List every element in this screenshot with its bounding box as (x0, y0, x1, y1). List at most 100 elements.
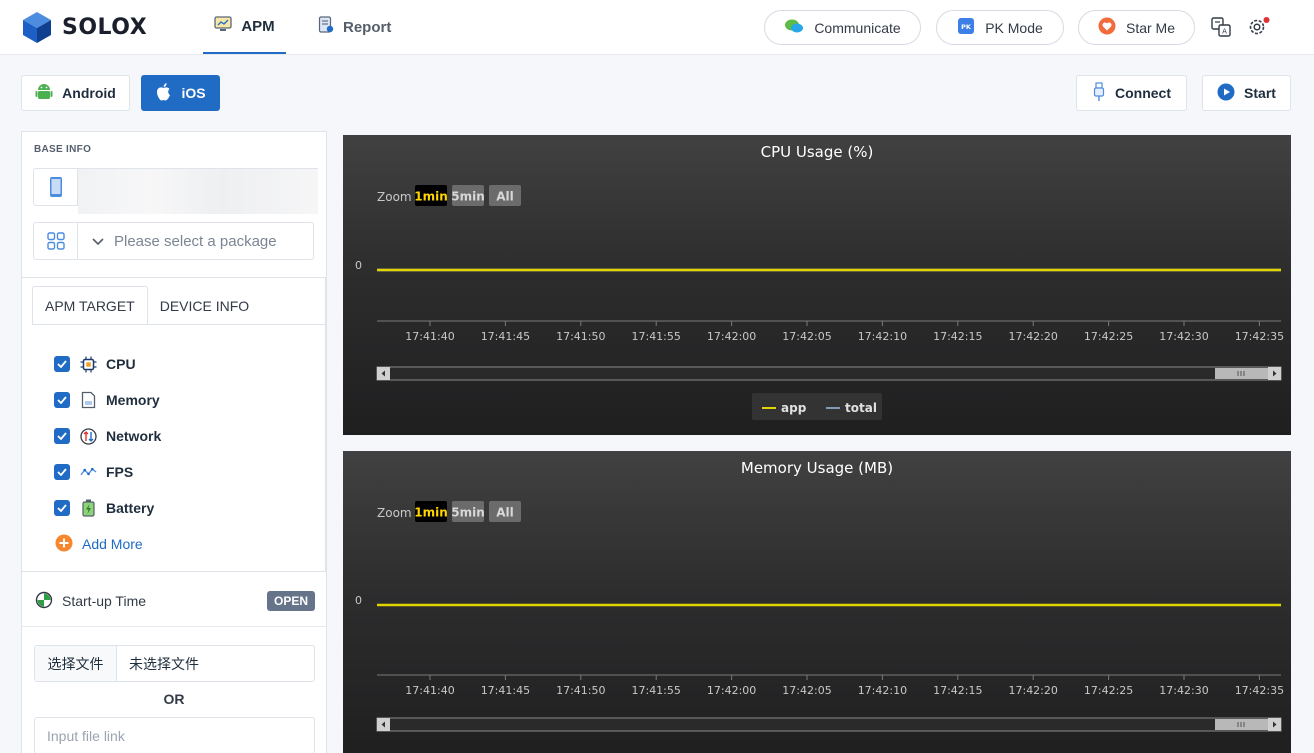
file-link-input[interactable] (34, 717, 315, 753)
svg-text:PK: PK (961, 23, 972, 31)
communicate-button[interactable]: Communicate (764, 10, 921, 45)
target-list: CPU Memory Network FPS Battery Add More (54, 346, 161, 562)
x-tick-label: 17:41:45 (481, 330, 530, 343)
star-me-button[interactable]: Star Me (1078, 10, 1195, 45)
connect-button[interactable]: Connect (1076, 75, 1187, 111)
ios-label: iOS (181, 85, 206, 101)
x-tick-label: 17:42:25 (1084, 684, 1133, 697)
x-tick-label: 17:41:40 (405, 330, 454, 343)
target-label: Battery (106, 500, 155, 516)
target-item-memory[interactable]: Memory (54, 382, 161, 418)
phone-icon (33, 168, 78, 206)
x-tick-label: 17:42:10 (858, 330, 907, 343)
android-button[interactable]: Android (21, 75, 130, 111)
legend-label-total[interactable]: total (845, 401, 877, 415)
svg-text:A: A (1222, 28, 1227, 36)
android-label: Android (62, 85, 116, 101)
package-select[interactable]: Please select a package (77, 222, 314, 260)
device-name-field[interactable] (78, 168, 318, 214)
nav-tab-label: APM (241, 17, 275, 35)
checkbox-checked-icon[interactable] (54, 428, 70, 444)
chart-scrollbar-track[interactable] (376, 717, 1282, 732)
tab-apm-target[interactable]: APM TARGET (32, 286, 148, 325)
checkbox-checked-icon[interactable] (54, 392, 70, 408)
zoom-button-label: All (496, 190, 514, 204)
zoom-button-label: 5min (451, 506, 485, 520)
target-item-fps[interactable]: FPS (54, 454, 161, 490)
tab-device-info[interactable]: DEVICE INFO (148, 286, 261, 325)
zoom-button-label: 5min (451, 190, 485, 204)
x-tick-label: 17:41:40 (405, 684, 454, 697)
file-picker[interactable]: 选择文件 未选择文件 (34, 645, 315, 682)
base-info-title: BASE INFO (34, 144, 92, 155)
nav-tab-report[interactable]: Report (318, 0, 391, 54)
checkbox-checked-icon[interactable] (54, 500, 70, 516)
x-tick-label: 17:42:10 (858, 684, 907, 697)
x-tick-label: 17:41:50 (556, 684, 605, 697)
y-tick-label: 0 (355, 259, 362, 272)
x-tick-label: 17:42:30 (1159, 330, 1208, 343)
battery-icon (80, 499, 97, 517)
cpu-icon (80, 356, 97, 373)
zoom-button-label: 1min (414, 506, 448, 520)
monitor-chart-icon (214, 16, 232, 36)
target-item-network[interactable]: Network (54, 418, 161, 454)
top-header: SOLOX APM Report Communicate PK PK Mode … (0, 0, 1314, 55)
zoom-button-label: 1min (414, 190, 448, 204)
memory-usage-chart: Memory Usage (MB) Zoom 1min 5min All 0 17:41:4… (343, 451, 1291, 753)
chevron-down-icon (92, 233, 104, 250)
x-tick-label: 17:42:15 (933, 330, 982, 343)
panel-tabs: APM TARGET DEVICE INFO (32, 286, 261, 325)
zoom-button-label: All (496, 506, 514, 520)
tab-divider (32, 324, 326, 325)
choose-file-button[interactable]: 选择文件 (35, 646, 117, 681)
chart-title: CPU Usage (%) (761, 143, 874, 161)
y-tick-label: 0 (355, 594, 362, 607)
device-select-row[interactable] (33, 168, 318, 214)
x-tick-label: 17:42:00 (707, 684, 756, 697)
play-icon (1217, 83, 1235, 104)
start-button[interactable]: Start (1202, 75, 1291, 111)
settings-gear-icon[interactable] (1248, 17, 1270, 42)
startup-open-button[interactable]: OPEN (266, 591, 315, 611)
file-status: 未选择文件 (129, 655, 199, 672)
cpu-usage-chart: CPU Usage (%) Zoom 1min 5min All 0 17:41:40 17:… (343, 135, 1291, 435)
stopwatch-icon (35, 591, 53, 612)
x-tick-label: 17:42:05 (782, 684, 831, 697)
connect-label: Connect (1115, 85, 1171, 101)
pk-icon: PK (957, 17, 975, 38)
target-label: Memory (106, 392, 160, 408)
memory-chart-svg: Memory Usage (MB) Zoom 1min 5min All 0 17:41:4… (355, 459, 1284, 732)
package-select-row[interactable]: Please select a package (33, 222, 315, 260)
target-label: FPS (106, 464, 134, 480)
x-tick-label: 17:41:50 (556, 330, 605, 343)
x-tick-label: 17:42:35 (1235, 330, 1284, 343)
chart-scrollbar-track[interactable] (376, 366, 1282, 381)
zoom-label: Zoom (377, 190, 412, 204)
ios-button[interactable]: iOS (141, 75, 220, 111)
target-item-cpu[interactable]: CPU (54, 346, 161, 382)
x-tick-label: 17:42:15 (933, 684, 982, 697)
startup-time-row: Start-up Time OPEN (35, 590, 315, 612)
apm-target-section: APM TARGET DEVICE INFO CPU Memory Networ… (22, 277, 326, 572)
pk-mode-button[interactable]: PK PK Mode (936, 10, 1064, 45)
x-tick-label: 17:42:05 (782, 330, 831, 343)
x-tick-label: 17:42:35 (1235, 684, 1284, 697)
app-name: SOLOX (62, 15, 148, 40)
control-panel: BASE INFO Please select a package APM TA… (21, 131, 327, 753)
usb-plug-icon (1092, 81, 1106, 105)
app-logo[interactable]: SOLOX (22, 11, 147, 44)
checkbox-checked-icon[interactable] (54, 464, 70, 480)
translate-icon[interactable]: A (1211, 17, 1231, 42)
x-tick-label: 17:41:45 (481, 684, 530, 697)
x-tick-label: 17:42:30 (1159, 684, 1208, 697)
legend-label-app[interactable]: app (781, 401, 807, 415)
checkbox-checked-icon[interactable] (54, 356, 70, 372)
x-tick-label: 17:41:55 (631, 330, 680, 343)
cube-logo-icon (23, 12, 51, 43)
chart-title: Memory Usage (MB) (741, 459, 893, 477)
target-item-battery[interactable]: Battery (54, 490, 161, 526)
add-more-button[interactable]: Add More (55, 526, 161, 562)
target-label: CPU (106, 356, 136, 372)
nav-tab-apm[interactable]: APM (203, 0, 286, 54)
